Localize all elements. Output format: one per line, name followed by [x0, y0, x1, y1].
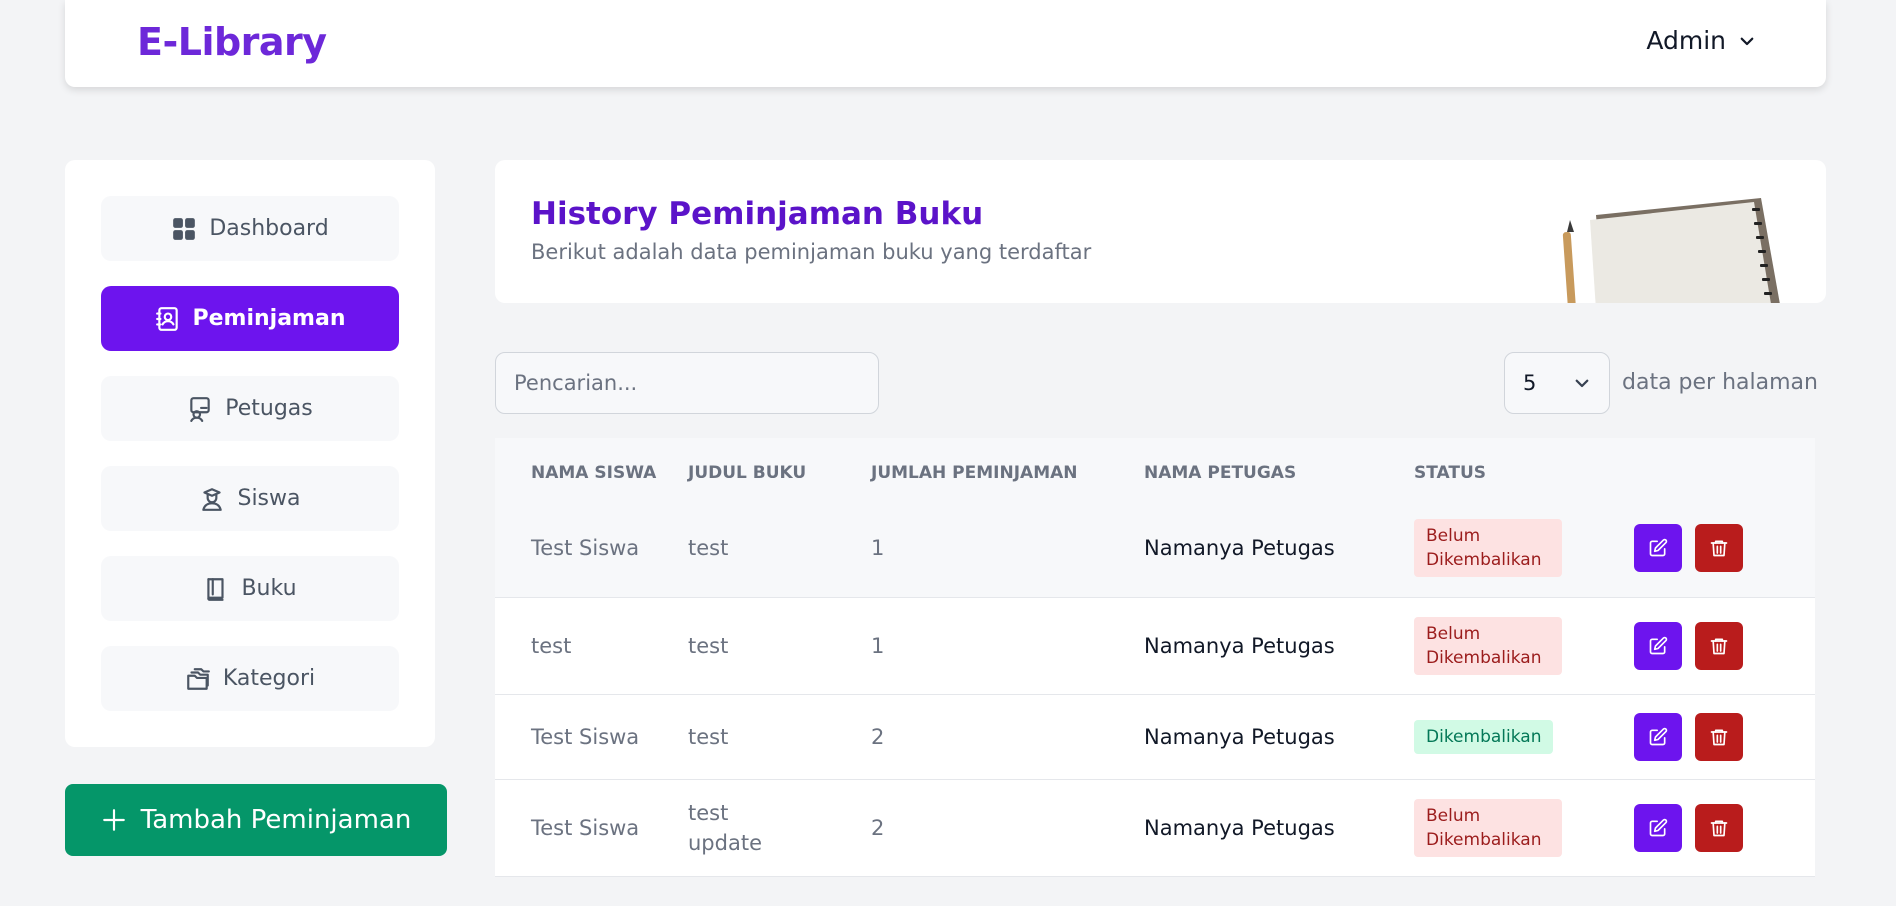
table-row: Test Siswa test update 2 Namanya Petugas…	[495, 779, 1815, 877]
status-badge: Belum Dikembalikan	[1414, 798, 1562, 857]
delete-button[interactable]	[1695, 621, 1743, 670]
trash-icon	[1710, 540, 1728, 557]
page-header-card: History Peminjaman Buku Berikut adalah d…	[495, 160, 1826, 303]
column-header-judul-buku: Judul Buku	[688, 463, 807, 483]
sidebar-item-buku[interactable]: Buku	[101, 556, 399, 621]
book-icon	[207, 577, 225, 601]
cell-nama-siswa: Test Siswa	[495, 500, 688, 598]
folders-icon	[187, 667, 210, 690]
sidebar-item-petugas[interactable]: Petugas	[101, 376, 399, 441]
sidebar-item-dashboard[interactable]: Dashboard	[101, 196, 399, 261]
per-page-value: 5	[1523, 371, 1537, 395]
cell-judul-buku: test	[688, 694, 871, 780]
status-badge: Belum Dikembalikan	[1414, 519, 1562, 578]
loan-history-table: Nama Siswa Judul Buku Jumlah Peminjaman …	[495, 438, 1815, 877]
per-page-select[interactable]: 5	[1504, 352, 1610, 414]
sidebar-item-siswa[interactable]: Siswa	[101, 466, 399, 531]
sidebar-item-label: Buku	[241, 576, 297, 601]
edit-button[interactable]	[1634, 524, 1682, 573]
sidebar-item-label: Dashboard	[209, 216, 329, 241]
sidebar-item-label: Petugas	[225, 396, 313, 421]
per-page-label: data per halaman	[1622, 370, 1818, 395]
edit-icon	[1649, 818, 1668, 836]
add-loan-label: Tambah Peminjaman	[140, 805, 412, 835]
status-badge: Belum Dikembalikan	[1414, 616, 1562, 675]
page-subtitle: Berikut adalah data peminjaman buku yang…	[531, 240, 1092, 264]
student-icon	[202, 487, 223, 511]
cell-judul-buku: test	[688, 597, 871, 695]
dashboard-icon	[173, 217, 196, 240]
cell-nama-siswa: Test Siswa	[495, 779, 688, 877]
add-loan-button[interactable]: Tambah Peminjaman	[65, 784, 447, 856]
edit-icon	[1649, 539, 1668, 557]
top-navbar: E-Library Admin	[65, 0, 1826, 87]
trash-icon	[1710, 820, 1728, 836]
user-menu[interactable]: Admin	[1646, 26, 1756, 55]
chevron-down-icon	[1740, 37, 1754, 45]
cell-status: Belum Dikembalikan	[1414, 597, 1634, 695]
trash-icon	[1710, 638, 1728, 654]
page-title: History Peminjaman Buku	[531, 196, 984, 232]
delete-button[interactable]	[1695, 524, 1743, 573]
cell-actions	[1634, 597, 1815, 695]
table-header-row: Nama Siswa Judul Buku Jumlah Peminjaman …	[495, 438, 1815, 500]
sidebar-item-label: Kategori	[222, 666, 316, 691]
search-input[interactable]	[495, 352, 879, 414]
sidebar-item-label: Siswa	[237, 486, 301, 511]
staff-icon	[190, 396, 210, 422]
edit-button[interactable]	[1634, 803, 1682, 852]
delete-button[interactable]	[1695, 712, 1743, 761]
cell-jumlah: 1	[871, 500, 1144, 598]
chevron-down-icon	[1575, 379, 1589, 388]
cell-nama-siswa: Test Siswa	[495, 694, 688, 780]
cell-actions	[1634, 694, 1815, 780]
edit-icon	[1649, 636, 1668, 654]
user-name: Admin	[1646, 26, 1726, 55]
cell-status: Dikembalikan	[1414, 694, 1634, 780]
contact-book-icon	[155, 306, 178, 331]
plus-icon	[102, 809, 125, 831]
cell-jumlah: 2	[871, 694, 1144, 780]
delete-button[interactable]	[1695, 803, 1743, 852]
sidebar-item-kategori[interactable]: Kategori	[101, 646, 399, 711]
column-header-actions	[1634, 438, 1815, 500]
brand-logo[interactable]: E-Library	[137, 20, 327, 64]
table-row: test test 1 Namanya Petugas Belum Dikemb…	[495, 597, 1815, 695]
edit-button[interactable]	[1634, 621, 1682, 670]
column-header-status: Status	[1414, 463, 1487, 483]
notebook-illustration	[1562, 198, 1780, 303]
cell-nama-petugas: Namanya Petugas	[1144, 694, 1414, 780]
cell-nama-petugas: Namanya Petugas	[1144, 597, 1414, 695]
column-header-nama-petugas: Nama Petugas	[1144, 463, 1297, 483]
sidebar: Dashboard Peminjaman Petugas Siswa Buku …	[65, 160, 435, 747]
sidebar-item-label: Peminjaman	[192, 306, 346, 331]
cell-nama-petugas: Namanya Petugas	[1144, 779, 1414, 877]
cell-jumlah: 1	[871, 597, 1144, 695]
table-row: Test Siswa test 1 Namanya Petugas Belum …	[495, 500, 1815, 598]
cell-actions	[1634, 500, 1815, 598]
cell-actions	[1634, 779, 1815, 877]
cell-jumlah: 2	[871, 779, 1144, 877]
trash-icon	[1710, 729, 1728, 745]
edit-button[interactable]	[1634, 712, 1682, 761]
column-header-nama-siswa: Nama Siswa	[531, 463, 657, 483]
status-badge: Dikembalikan	[1414, 719, 1554, 754]
cell-status: Belum Dikembalikan	[1414, 779, 1634, 877]
table-row: Test Siswa test 2 Namanya Petugas Dikemb…	[495, 694, 1815, 780]
cell-judul-buku: test	[688, 500, 871, 598]
sidebar-item-peminjaman[interactable]: Peminjaman	[101, 286, 399, 351]
cell-judul-buku: test update	[688, 779, 871, 877]
cell-nama-siswa: test	[495, 597, 688, 695]
cell-nama-petugas: Namanya Petugas	[1144, 500, 1414, 598]
column-header-jumlah: Jumlah Peminjaman	[871, 463, 1078, 483]
edit-icon	[1649, 727, 1668, 745]
cell-status: Belum Dikembalikan	[1414, 500, 1634, 598]
